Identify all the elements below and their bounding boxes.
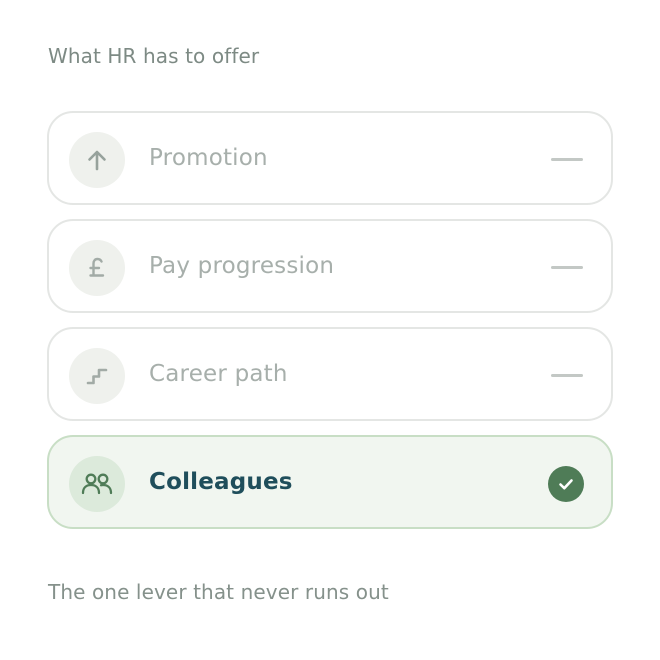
stairs-icon: [69, 348, 125, 404]
arrow-up-icon: [69, 132, 125, 188]
option-colleagues[interactable]: Colleagues: [47, 435, 613, 529]
option-label: Career path: [149, 361, 288, 387]
unselected-dash: [551, 266, 583, 269]
option-label: Promotion: [149, 145, 268, 171]
unselected-dash: [551, 158, 583, 161]
option-promotion[interactable]: Promotion: [47, 111, 613, 205]
option-label: Pay progression: [149, 253, 335, 279]
people-icon: [69, 456, 125, 512]
unselected-dash: [551, 374, 583, 377]
option-pay-progression[interactable]: Pay progression: [47, 219, 613, 313]
section-heading: What HR has to offer: [48, 44, 260, 68]
options-list: Promotion Pay progression Career path Co…: [47, 111, 613, 543]
footer-caption: The one lever that never runs out: [48, 580, 389, 604]
option-career-path[interactable]: Career path: [47, 327, 613, 421]
option-label: Colleagues: [149, 469, 293, 495]
pound-icon: [69, 240, 125, 296]
check-icon: [548, 466, 584, 502]
